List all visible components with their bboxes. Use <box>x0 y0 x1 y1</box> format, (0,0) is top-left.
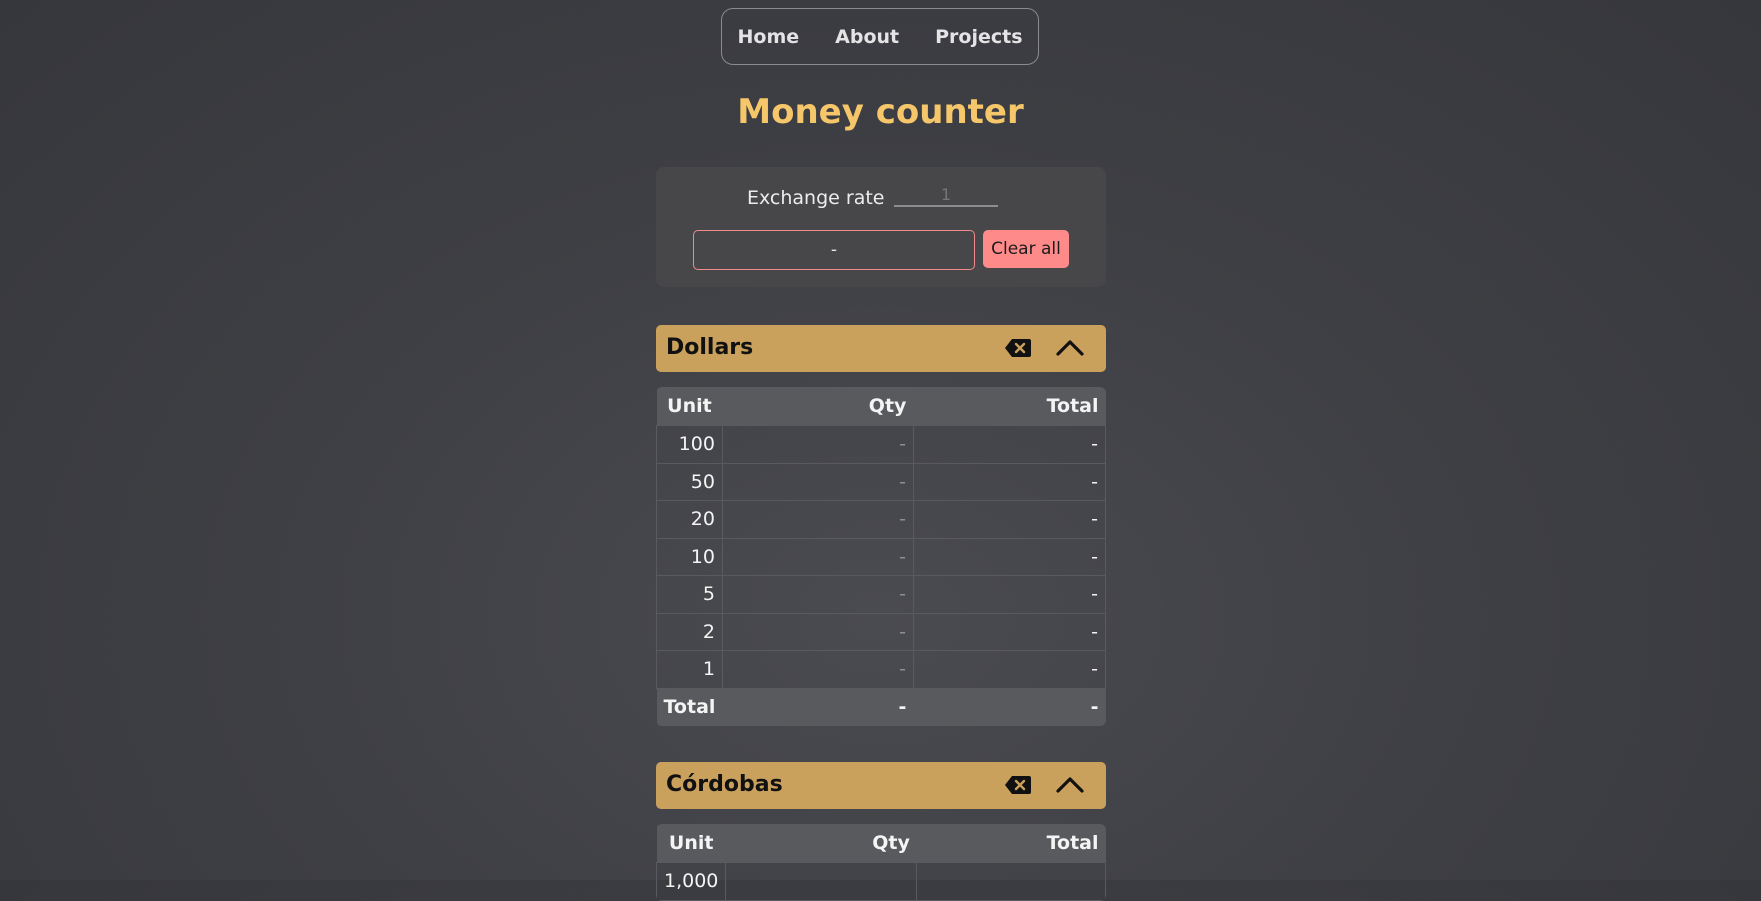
table-row: 100 - - <box>656 425 1106 464</box>
chevron-up-icon[interactable] <box>1054 336 1086 360</box>
column-header-unit: Unit <box>656 824 726 863</box>
total-cell: - <box>912 537 1106 576</box>
footer-label: Total <box>656 688 723 726</box>
qty-input-cell[interactable] <box>725 862 918 901</box>
qty-input-cell[interactable]: - <box>721 650 914 689</box>
unit-cell: 10 <box>656 537 723 576</box>
unit-cell: 100 <box>656 425 723 464</box>
page-title: Money counter <box>737 92 1024 132</box>
column-header-qty: Qty <box>722 387 914 426</box>
grand-total-field[interactable] <box>693 230 975 270</box>
cordobas-table: Unit Qty Total 1,000 <box>656 824 1106 901</box>
total-cell: - <box>912 650 1106 689</box>
dollars-table: Unit Qty Total 100 - - 50 - - 20 - - 10 … <box>656 387 1106 726</box>
footer-total: - <box>913 688 1106 726</box>
exchange-card: Exchange rate Clear all <box>656 167 1106 287</box>
table-row: 10 - - <box>656 537 1106 576</box>
table-row: 1 - - <box>656 650 1106 689</box>
unit-cell: 2 <box>656 612 723 651</box>
column-header-total: Total <box>916 824 1106 863</box>
section-header-dollars[interactable]: Dollars <box>656 325 1106 372</box>
backspace-clear-icon[interactable] <box>1004 774 1032 796</box>
chevron-up-icon[interactable] <box>1054 773 1086 797</box>
clear-all-button[interactable]: Clear all <box>983 230 1069 268</box>
section-title: Dollars <box>666 335 754 360</box>
column-header-qty: Qty <box>725 824 917 863</box>
column-header-unit: Unit <box>656 387 723 426</box>
unit-cell: 20 <box>656 500 723 539</box>
table-row: 50 - - <box>656 462 1106 501</box>
exchange-rate-label: Exchange rate <box>747 187 885 209</box>
footer-qty: - <box>722 688 914 726</box>
unit-cell: 5 <box>656 575 723 614</box>
table-footer-row: Total - - <box>656 688 1106 726</box>
top-nav: Home About Projects <box>721 8 1039 65</box>
total-cell: - <box>912 500 1106 539</box>
qty-input-cell[interactable]: - <box>721 612 914 651</box>
section-header-cordobas[interactable]: Córdobas <box>656 762 1106 809</box>
table-row: 5 - - <box>656 575 1106 614</box>
nav-about-link[interactable]: About <box>817 26 917 48</box>
table-row: 2 - - <box>656 612 1106 651</box>
qty-input-cell[interactable]: - <box>721 500 914 539</box>
unit-cell: 1 <box>656 650 723 689</box>
section-title: Córdobas <box>666 772 783 797</box>
qty-input-cell[interactable]: - <box>721 462 914 501</box>
backspace-clear-icon[interactable] <box>1004 337 1032 359</box>
total-cell <box>916 862 1106 901</box>
column-header-total: Total <box>913 387 1106 426</box>
exchange-rate-input[interactable] <box>894 183 998 207</box>
qty-input-cell[interactable]: - <box>721 425 914 464</box>
unit-cell: 50 <box>656 462 723 501</box>
total-cell: - <box>912 612 1106 651</box>
table-row: 20 - - <box>656 500 1106 539</box>
nav-home-link[interactable]: Home <box>720 26 818 48</box>
table-row: 1,000 <box>656 862 1106 901</box>
nav-projects-link[interactable]: Projects <box>917 26 1040 48</box>
qty-input-cell[interactable]: - <box>721 537 914 576</box>
qty-input-cell[interactable]: - <box>721 575 914 614</box>
total-cell: - <box>912 425 1106 464</box>
total-cell: - <box>912 462 1106 501</box>
unit-cell: 1,000 <box>656 862 727 901</box>
total-cell: - <box>912 575 1106 614</box>
